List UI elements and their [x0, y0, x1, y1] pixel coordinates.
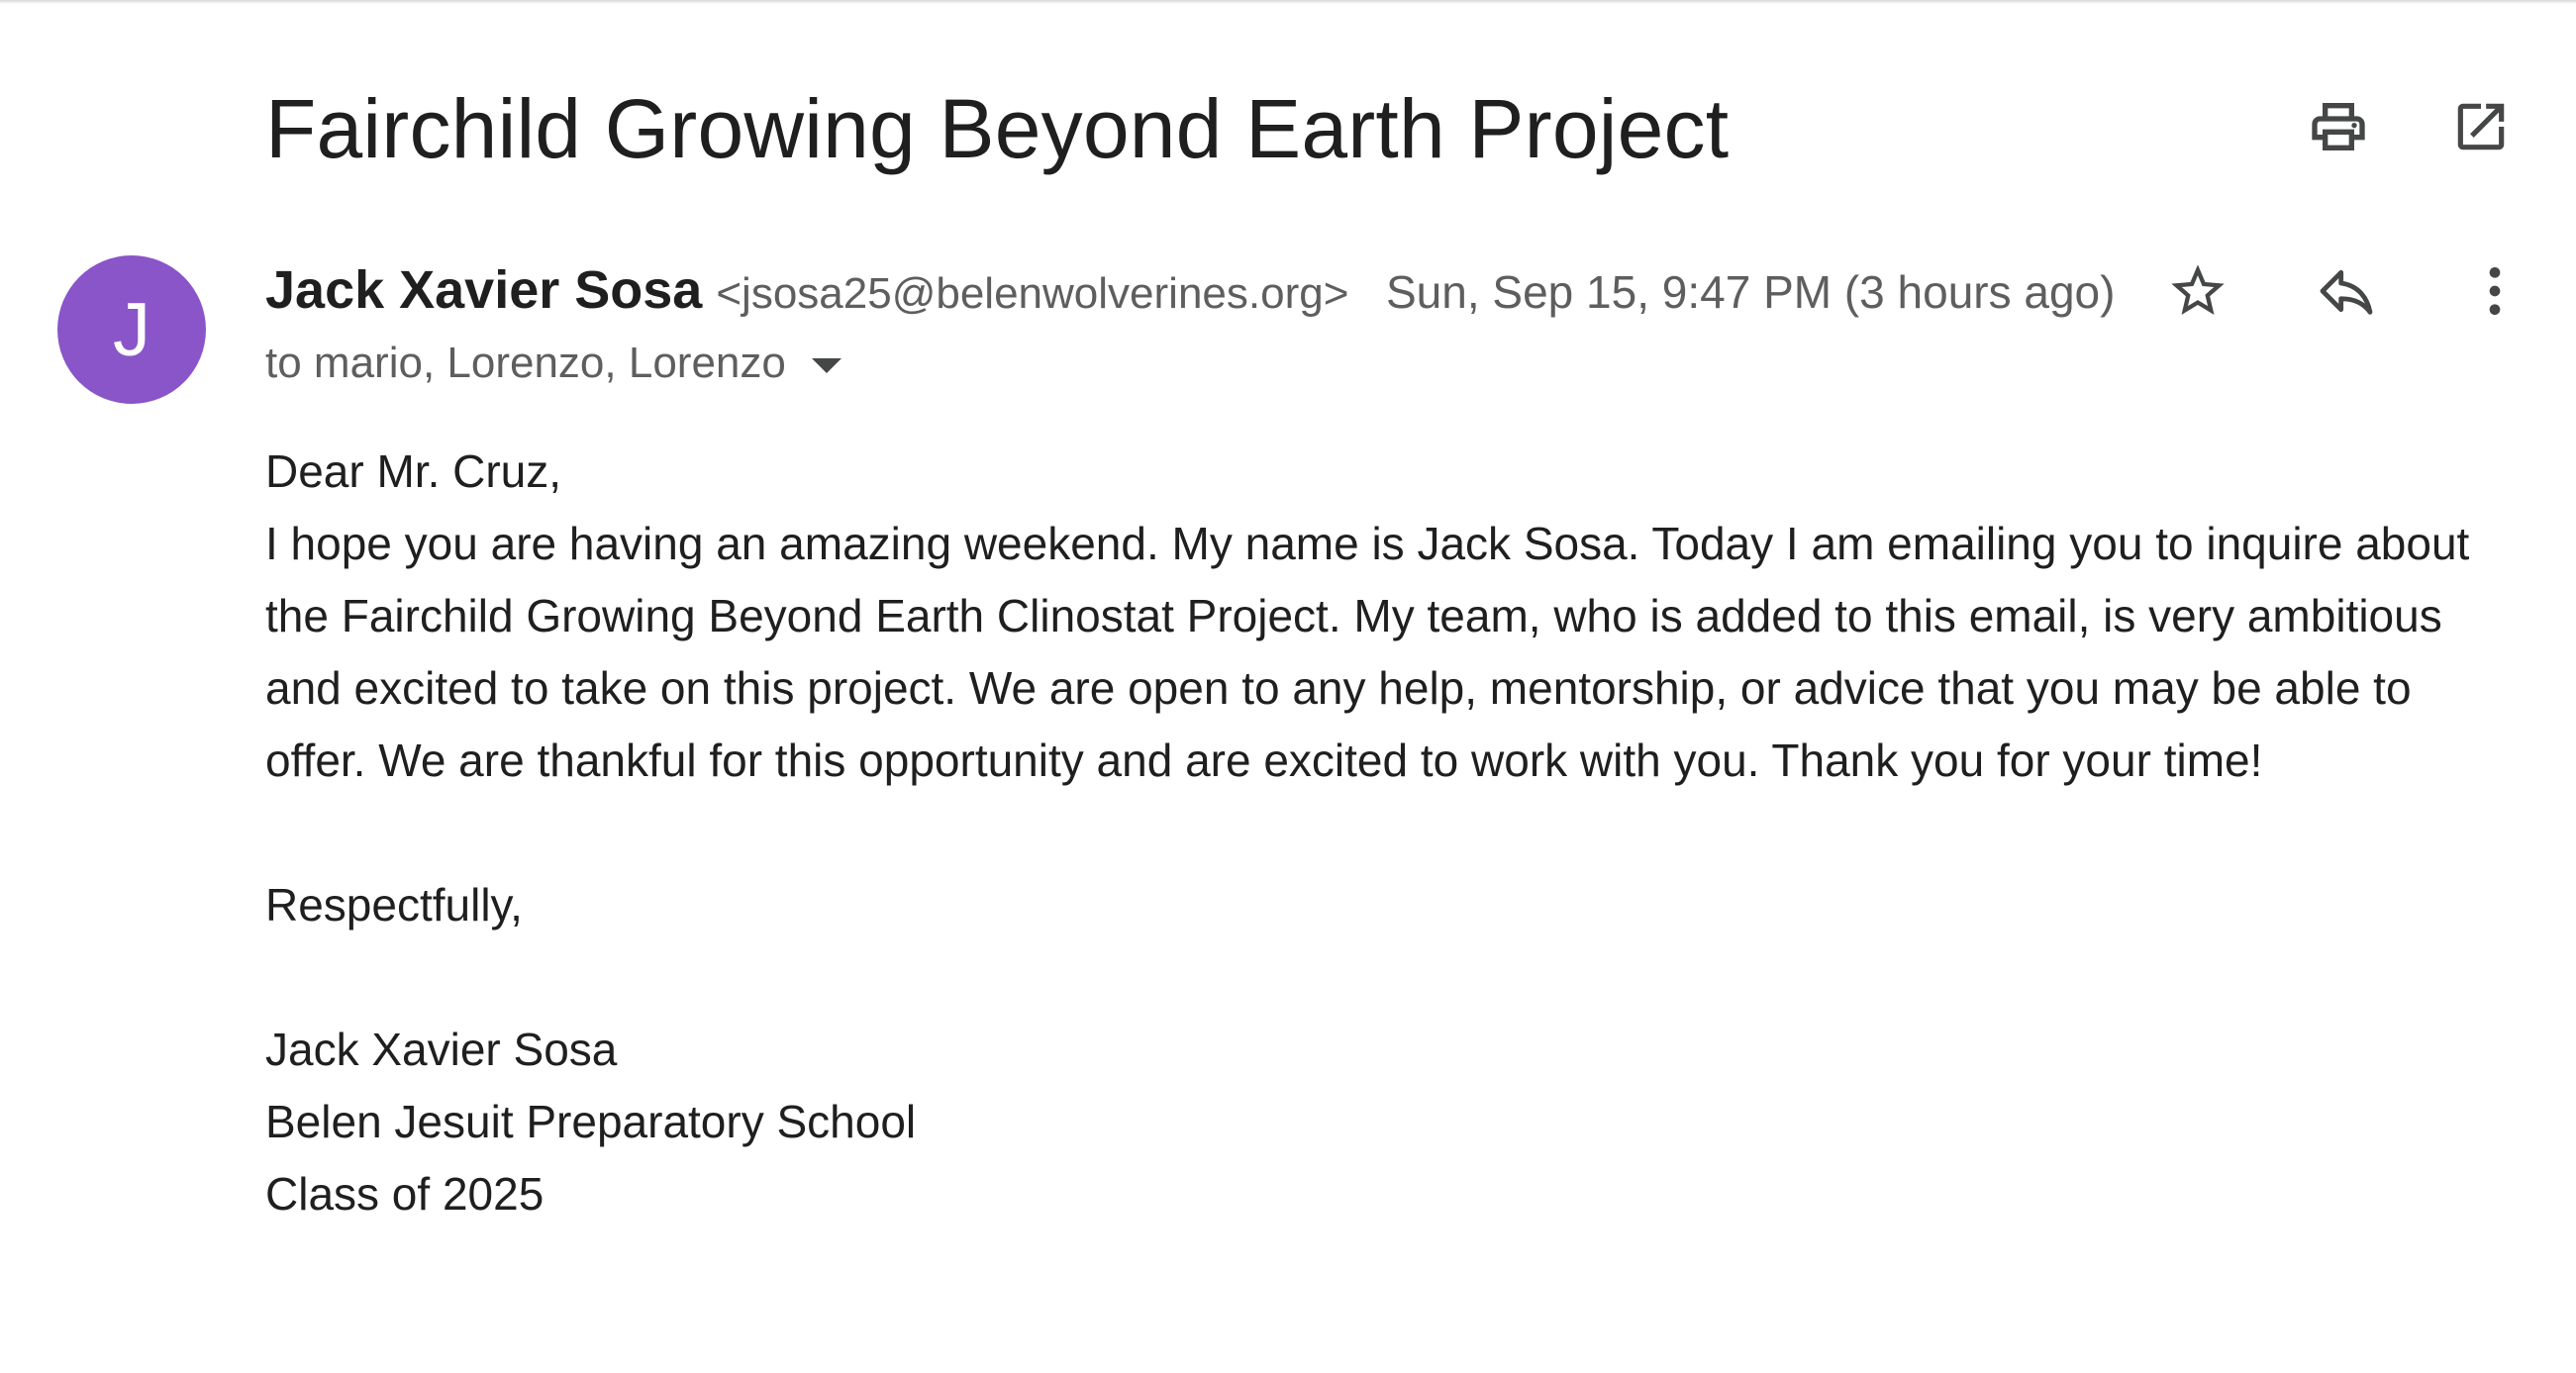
- signature-name: Jack Xavier Sosa: [265, 1024, 618, 1075]
- recipients-line: to mario, Lorenzo, Lorenzo: [265, 339, 842, 388]
- sender-line: Jack Xavier Sosa <jsosa25@belenwolverine…: [265, 259, 1348, 325]
- email-body: Dear Mr. Cruz, I hope you are having an …: [265, 436, 2523, 1230]
- top-divider: [0, 0, 2576, 4]
- open-in-new-window-icon[interactable]: [2445, 91, 2517, 162]
- print-icon[interactable]: [2303, 91, 2374, 162]
- body-greeting: Dear Mr. Cruz,: [265, 445, 562, 497]
- recipients-text: to mario, Lorenzo, Lorenzo: [265, 339, 786, 387]
- more-vert-icon[interactable]: [2459, 255, 2530, 327]
- thread-actions: [2303, 91, 2517, 162]
- sender-avatar[interactable]: J: [57, 255, 206, 404]
- sender-email: <jsosa25@belenwolverines.org>: [716, 269, 1349, 318]
- reply-icon[interactable]: [2311, 255, 2382, 327]
- email-view: Fairchild Growing Beyond Earth Project J…: [0, 0, 2576, 1373]
- email-subject: Fairchild Growing Beyond Earth Project: [265, 82, 1730, 175]
- body-paragraph: I hope you are having an amazing weekend…: [265, 518, 2470, 786]
- avatar-letter: J: [113, 287, 150, 372]
- body-closing: Respectfully,: [265, 879, 523, 931]
- signature-school: Belen Jesuit Preparatory School: [265, 1096, 917, 1147]
- message-actions: [2162, 255, 2530, 327]
- star-icon[interactable]: [2162, 255, 2233, 327]
- chevron-down-icon[interactable]: [811, 357, 842, 373]
- sender-name[interactable]: Jack Xavier Sosa: [265, 259, 702, 321]
- signature-class: Class of 2025: [265, 1168, 545, 1220]
- email-timestamp: Sun, Sep 15, 9:47 PM (3 hours ago): [1386, 266, 2116, 318]
